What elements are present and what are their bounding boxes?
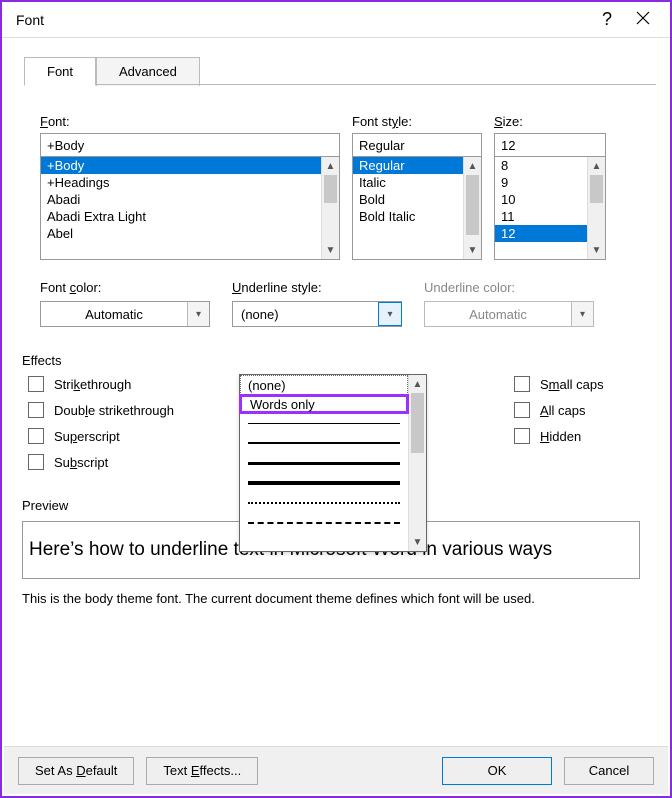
size-listbox[interactable]: 8 9 10 11 12 ▲ ▼ [494,156,606,260]
checkbox-all-caps[interactable]: All caps [514,402,604,418]
scroll-thumb[interactable] [411,393,424,453]
list-item-line[interactable] [240,433,408,453]
list-item[interactable]: Italic [353,174,481,191]
underline-color-dropdown: Automatic ▾ [424,301,594,327]
list-item[interactable]: +Body [41,157,339,174]
cancel-button[interactable]: Cancel [564,757,654,785]
list-item[interactable]: Abadi [41,191,339,208]
font-color-label: Font color: [40,280,210,295]
list-item-line[interactable] [240,513,408,533]
scrollbar[interactable]: ▲ ▼ [463,157,481,259]
size-input[interactable] [494,133,606,157]
text-effects-button[interactable]: Text Effects... [146,757,258,785]
underline-color-value: Automatic [425,307,571,322]
list-item[interactable]: Bold Italic [353,208,481,225]
scroll-up-icon[interactable]: ▲ [409,375,426,393]
font-label: Font: [40,114,340,129]
help-button[interactable]: ? [588,5,626,34]
scrollbar[interactable]: ▲ ▼ [321,157,339,259]
list-item-line[interactable] [240,453,408,473]
dialog-title: Font [16,12,588,28]
underline-style-label: Underline style: [232,280,402,295]
ok-button[interactable]: OK [442,757,552,785]
scrollbar[interactable]: ▲ ▼ [587,157,605,259]
close-button[interactable] [626,7,660,32]
checkbox-strikethrough[interactable]: Strikethrough [28,376,174,392]
scroll-down-icon[interactable]: ▼ [409,533,426,551]
style-listbox[interactable]: Regular Italic Bold Bold Italic ▲ ▼ [352,156,482,260]
dialog-button-row: Set As Default Text Effects... OK Cancel [4,746,668,794]
scroll-up-icon[interactable]: ▲ [588,157,605,175]
titlebar: Font ? [2,2,670,38]
list-item-line[interactable] [240,413,408,433]
list-item-words-only[interactable]: Words only [239,394,409,414]
scroll-down-icon[interactable]: ▼ [464,241,481,259]
tab-font[interactable]: Font [24,57,96,86]
list-item[interactable]: Bold [353,191,481,208]
list-item[interactable]: Abel [41,225,339,242]
chevron-down-icon[interactable]: ▾ [187,302,209,326]
scroll-thumb[interactable] [324,175,337,203]
scroll-thumb[interactable] [590,175,603,203]
checkbox-small-caps[interactable]: Small caps [514,376,604,392]
style-input[interactable] [352,133,482,157]
checkbox-subscript[interactable]: Subscript [28,454,174,470]
font-dialog: Font ? Font Advanced Font: +Body +Headin… [0,0,672,798]
scroll-up-icon[interactable]: ▲ [464,157,481,175]
tab-advanced[interactable]: Advanced [96,57,200,86]
underline-style-open-list[interactable]: (none) Words only ▲ ▼ [239,374,427,552]
underline-style-dropdown[interactable]: (none) ▾ [232,301,402,327]
checkbox-double-strikethrough[interactable]: Double strikethrough [28,402,174,418]
font-color-value: Automatic [41,307,187,322]
list-item-line[interactable] [240,493,408,513]
scroll-down-icon[interactable]: ▼ [322,241,339,259]
list-item[interactable]: (none) [240,375,408,395]
list-item-line[interactable] [240,473,408,493]
list-item[interactable]: Abadi Extra Light [41,208,339,225]
underline-color-label: Underline color: [424,280,594,295]
checkbox-hidden[interactable]: Hidden [514,428,604,444]
scroll-up-icon[interactable]: ▲ [322,157,339,175]
font-color-dropdown[interactable]: Automatic ▾ [40,301,210,327]
chevron-down-icon[interactable]: ▾ [378,302,402,326]
tabstrip: Font Advanced [24,56,670,85]
effects-label: Effects [22,353,640,368]
checkbox-superscript[interactable]: Superscript [28,428,174,444]
preview-description: This is the body theme font. The current… [22,591,640,606]
chevron-down-icon: ▾ [571,302,593,326]
list-item[interactable]: +Headings [41,174,339,191]
size-label: Size: [494,114,606,129]
list-item[interactable]: Regular [353,157,481,174]
style-label: Font style: [352,114,482,129]
scroll-thumb[interactable] [466,175,479,235]
underline-style-value: (none) [233,307,379,322]
set-default-button[interactable]: Set As Default [18,757,134,785]
font-input[interactable] [40,133,340,157]
scroll-down-icon[interactable]: ▼ [588,241,605,259]
scrollbar[interactable]: ▲ ▼ [408,375,426,551]
font-listbox[interactable]: +Body +Headings Abadi Abadi Extra Light … [40,156,340,260]
